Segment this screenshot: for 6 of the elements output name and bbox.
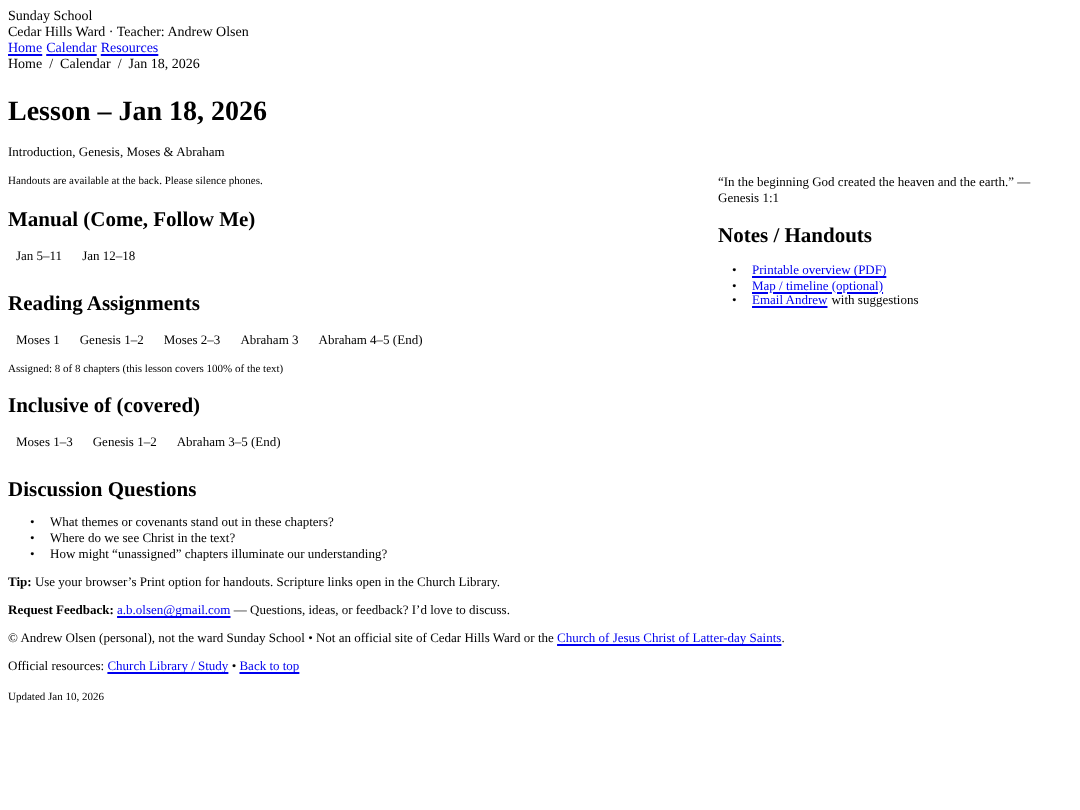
lesson-title: Lesson – Jan 18, 2026 [8, 98, 270, 130]
section-heading: Manual (Come, Follow Me) [8, 210, 258, 234]
section-heading: Inclusive of (covered) [8, 396, 203, 420]
notes-heading: Notes / Handouts [718, 226, 875, 250]
section-heading: Discussion Questions [8, 480, 199, 504]
section-heading: Reading Assignments [8, 294, 202, 318]
